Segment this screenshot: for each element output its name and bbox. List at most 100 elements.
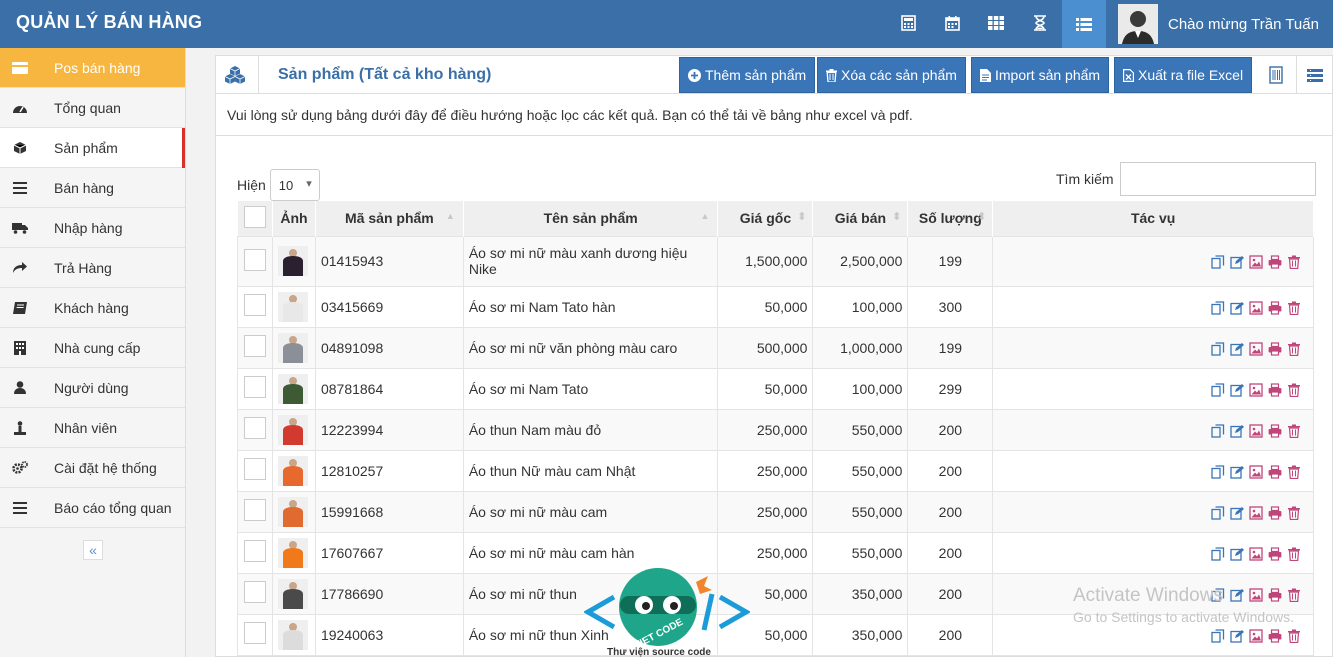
- sidebar-item-reports[interactable]: Báo cáo tổng quan: [0, 488, 185, 528]
- row-checkbox[interactable]: [243, 622, 266, 644]
- trash-icon[interactable]: [1287, 424, 1301, 438]
- image-icon[interactable]: [1249, 423, 1263, 438]
- row-checkbox[interactable]: [243, 294, 266, 316]
- sidebar-item-overview[interactable]: Tổng quan: [0, 88, 185, 128]
- sidebar-collapse-button[interactable]: «: [83, 540, 103, 560]
- product-thumbnail[interactable]: [277, 578, 308, 609]
- search-input[interactable]: [1119, 162, 1316, 196]
- calendar-icon[interactable]: [943, 14, 961, 32]
- row-checkbox[interactable]: [243, 499, 266, 521]
- product-thumbnail[interactable]: [277, 332, 308, 363]
- sidebar-item-sales[interactable]: Bán hàng: [0, 168, 185, 208]
- image-icon[interactable]: [1249, 382, 1263, 397]
- product-thumbnail[interactable]: [277, 619, 308, 650]
- trash-icon[interactable]: [1287, 255, 1301, 270]
- print-icon[interactable]: [1268, 506, 1282, 520]
- product-thumbnail[interactable]: [277, 291, 308, 322]
- image-icon[interactable]: [1249, 546, 1263, 561]
- sidebar-item-users[interactable]: Người dùng: [0, 368, 185, 408]
- sidebar-item-suppliers[interactable]: Nhà cung cấp: [0, 328, 185, 368]
- image-icon[interactable]: [1249, 255, 1263, 269]
- sidebar-item-staff[interactable]: Nhân viên: [0, 408, 185, 448]
- sidebar-item-returns[interactable]: Trả Hàng: [0, 248, 185, 288]
- row-checkbox[interactable]: [243, 417, 266, 439]
- print-icon[interactable]: [1268, 465, 1282, 479]
- table-row[interactable]: 01415943 Áo sơ mi nữ màu xanh dương hiệu …: [237, 235, 1314, 287]
- copy-icon[interactable]: [1211, 546, 1225, 561]
- copy-icon[interactable]: [1211, 505, 1225, 520]
- row-checkbox[interactable]: [243, 581, 266, 603]
- table-row[interactable]: 03415669 Áo sơ mi Nam Tato hàn 50,000 100,0…: [237, 285, 1314, 328]
- sidebar-item-settings[interactable]: Cài đặt hệ thống: [0, 448, 185, 488]
- edit-icon[interactable]: [1230, 383, 1244, 397]
- copy-icon[interactable]: [1211, 255, 1225, 269]
- copy-icon[interactable]: [1211, 300, 1225, 315]
- table-row[interactable]: 17607667 Áo sơ mi nữ màu cam hàn 250,000 55…: [237, 531, 1314, 574]
- product-thumbnail[interactable]: [277, 455, 308, 486]
- table-row[interactable]: 08781864 Áo sơ mi Nam Tato 50,000 100,000 29…: [237, 367, 1314, 410]
- list-icon[interactable]: [1062, 0, 1106, 48]
- edit-icon[interactable]: [1230, 342, 1244, 356]
- select-all-checkbox[interactable]: [243, 205, 266, 228]
- edit-icon[interactable]: [1230, 301, 1244, 315]
- hourglass-icon[interactable]: [1031, 14, 1049, 32]
- calculator-icon[interactable]: [899, 14, 917, 32]
- image-icon[interactable]: [1249, 505, 1263, 520]
- column-header-cost[interactable]: Giá gốc: [717, 201, 814, 236]
- sidebar-item-import-goods[interactable]: Nhập hàng: [0, 208, 185, 248]
- row-checkbox[interactable]: [243, 335, 266, 357]
- table-row[interactable]: 15991668 Áo sơ mi nữ màu cam 250,000 550,00…: [237, 490, 1314, 533]
- copy-icon[interactable]: [1211, 382, 1225, 397]
- sidebar-item-pos[interactable]: Pos bán hàng: [0, 48, 185, 88]
- row-checkbox[interactable]: [243, 376, 266, 398]
- edit-icon[interactable]: [1230, 629, 1244, 643]
- delete-products-button[interactable]: Xóa các sản phẩm: [817, 57, 966, 93]
- print-icon[interactable]: [1268, 383, 1282, 397]
- sidebar-item-products[interactable]: Sản phẩm: [0, 128, 185, 168]
- export-excel-button[interactable]: Xuất ra file Excel: [1114, 57, 1253, 93]
- row-checkbox[interactable]: [243, 458, 266, 480]
- edit-icon[interactable]: [1230, 547, 1244, 561]
- barcode-icon[interactable]: [1267, 66, 1285, 84]
- trash-icon[interactable]: [1287, 301, 1301, 315]
- print-icon[interactable]: [1268, 342, 1282, 356]
- edit-icon[interactable]: [1230, 506, 1244, 520]
- copy-icon[interactable]: [1211, 423, 1225, 438]
- page-length-select[interactable]: 10: [269, 169, 320, 201]
- trash-icon[interactable]: [1287, 629, 1301, 643]
- table-row[interactable]: 12223994 Áo thun Nam màu đỏ 250,000 550,000…: [237, 408, 1314, 451]
- edit-icon[interactable]: [1230, 465, 1244, 479]
- trash-icon[interactable]: [1287, 383, 1301, 397]
- product-thumbnail[interactable]: [277, 414, 308, 445]
- column-header-code[interactable]: Mã sản phẩm: [315, 201, 464, 236]
- table-row[interactable]: 12810257 Áo thun Nữ màu cam Nhật 250,000 55…: [237, 449, 1314, 492]
- sidebar-item-customers[interactable]: Khách hàng: [0, 288, 185, 328]
- print-icon[interactable]: [1268, 547, 1282, 561]
- column-header-price[interactable]: Giá bán: [812, 201, 909, 236]
- add-product-button[interactable]: Thêm sản phẩm: [679, 57, 816, 93]
- print-icon[interactable]: [1268, 255, 1282, 269]
- image-icon[interactable]: [1249, 464, 1263, 479]
- copy-icon[interactable]: [1211, 341, 1225, 356]
- column-header-name[interactable]: Tên sản phẩm: [463, 201, 719, 236]
- edit-icon[interactable]: [1230, 424, 1244, 438]
- import-products-button[interactable]: Import sản phẩm: [971, 57, 1110, 93]
- column-header-quantity[interactable]: Số lượng: [907, 201, 994, 236]
- image-icon[interactable]: [1249, 341, 1263, 356]
- row-checkbox[interactable]: [243, 540, 266, 562]
- row-checkbox[interactable]: [243, 248, 266, 271]
- grid-icon[interactable]: [987, 14, 1005, 32]
- trash-icon[interactable]: [1287, 465, 1301, 479]
- copy-icon[interactable]: [1211, 464, 1225, 479]
- app-brand[interactable]: QUẢN LÝ BÁN HÀNG: [16, 12, 202, 33]
- product-thumbnail[interactable]: [277, 246, 308, 276]
- print-icon[interactable]: [1268, 301, 1282, 315]
- product-thumbnail[interactable]: [277, 537, 308, 568]
- trash-icon[interactable]: [1287, 342, 1301, 356]
- trash-icon[interactable]: [1287, 547, 1301, 561]
- table-list-icon[interactable]: [1306, 66, 1324, 84]
- image-icon[interactable]: [1249, 300, 1263, 315]
- print-icon[interactable]: [1268, 424, 1282, 438]
- trash-icon[interactable]: [1287, 506, 1301, 520]
- edit-icon[interactable]: [1230, 255, 1244, 269]
